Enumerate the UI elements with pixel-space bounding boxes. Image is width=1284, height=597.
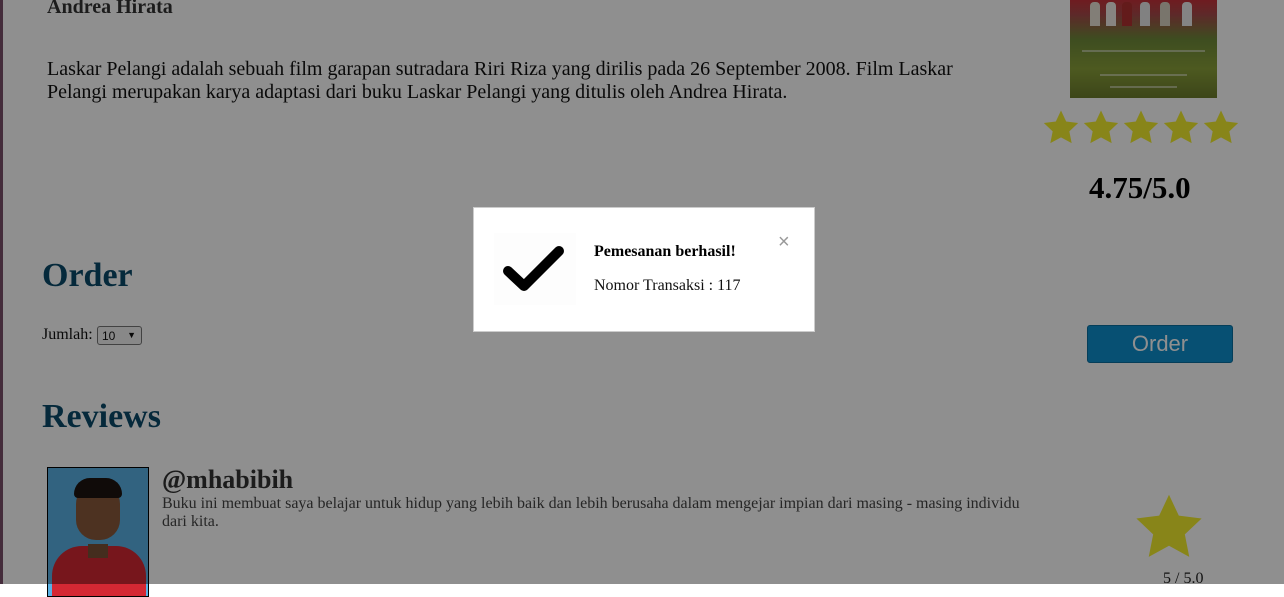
success-modal: Pemesanan berhasil! Nomor Transaksi : 11… — [473, 207, 815, 332]
checkmark-icon — [494, 233, 576, 305]
modal-title: Pemesanan berhasil! — [594, 243, 736, 260]
close-icon[interactable]: × — [778, 232, 790, 252]
transaction-number: Nomor Transaksi : 117 — [594, 277, 741, 294]
